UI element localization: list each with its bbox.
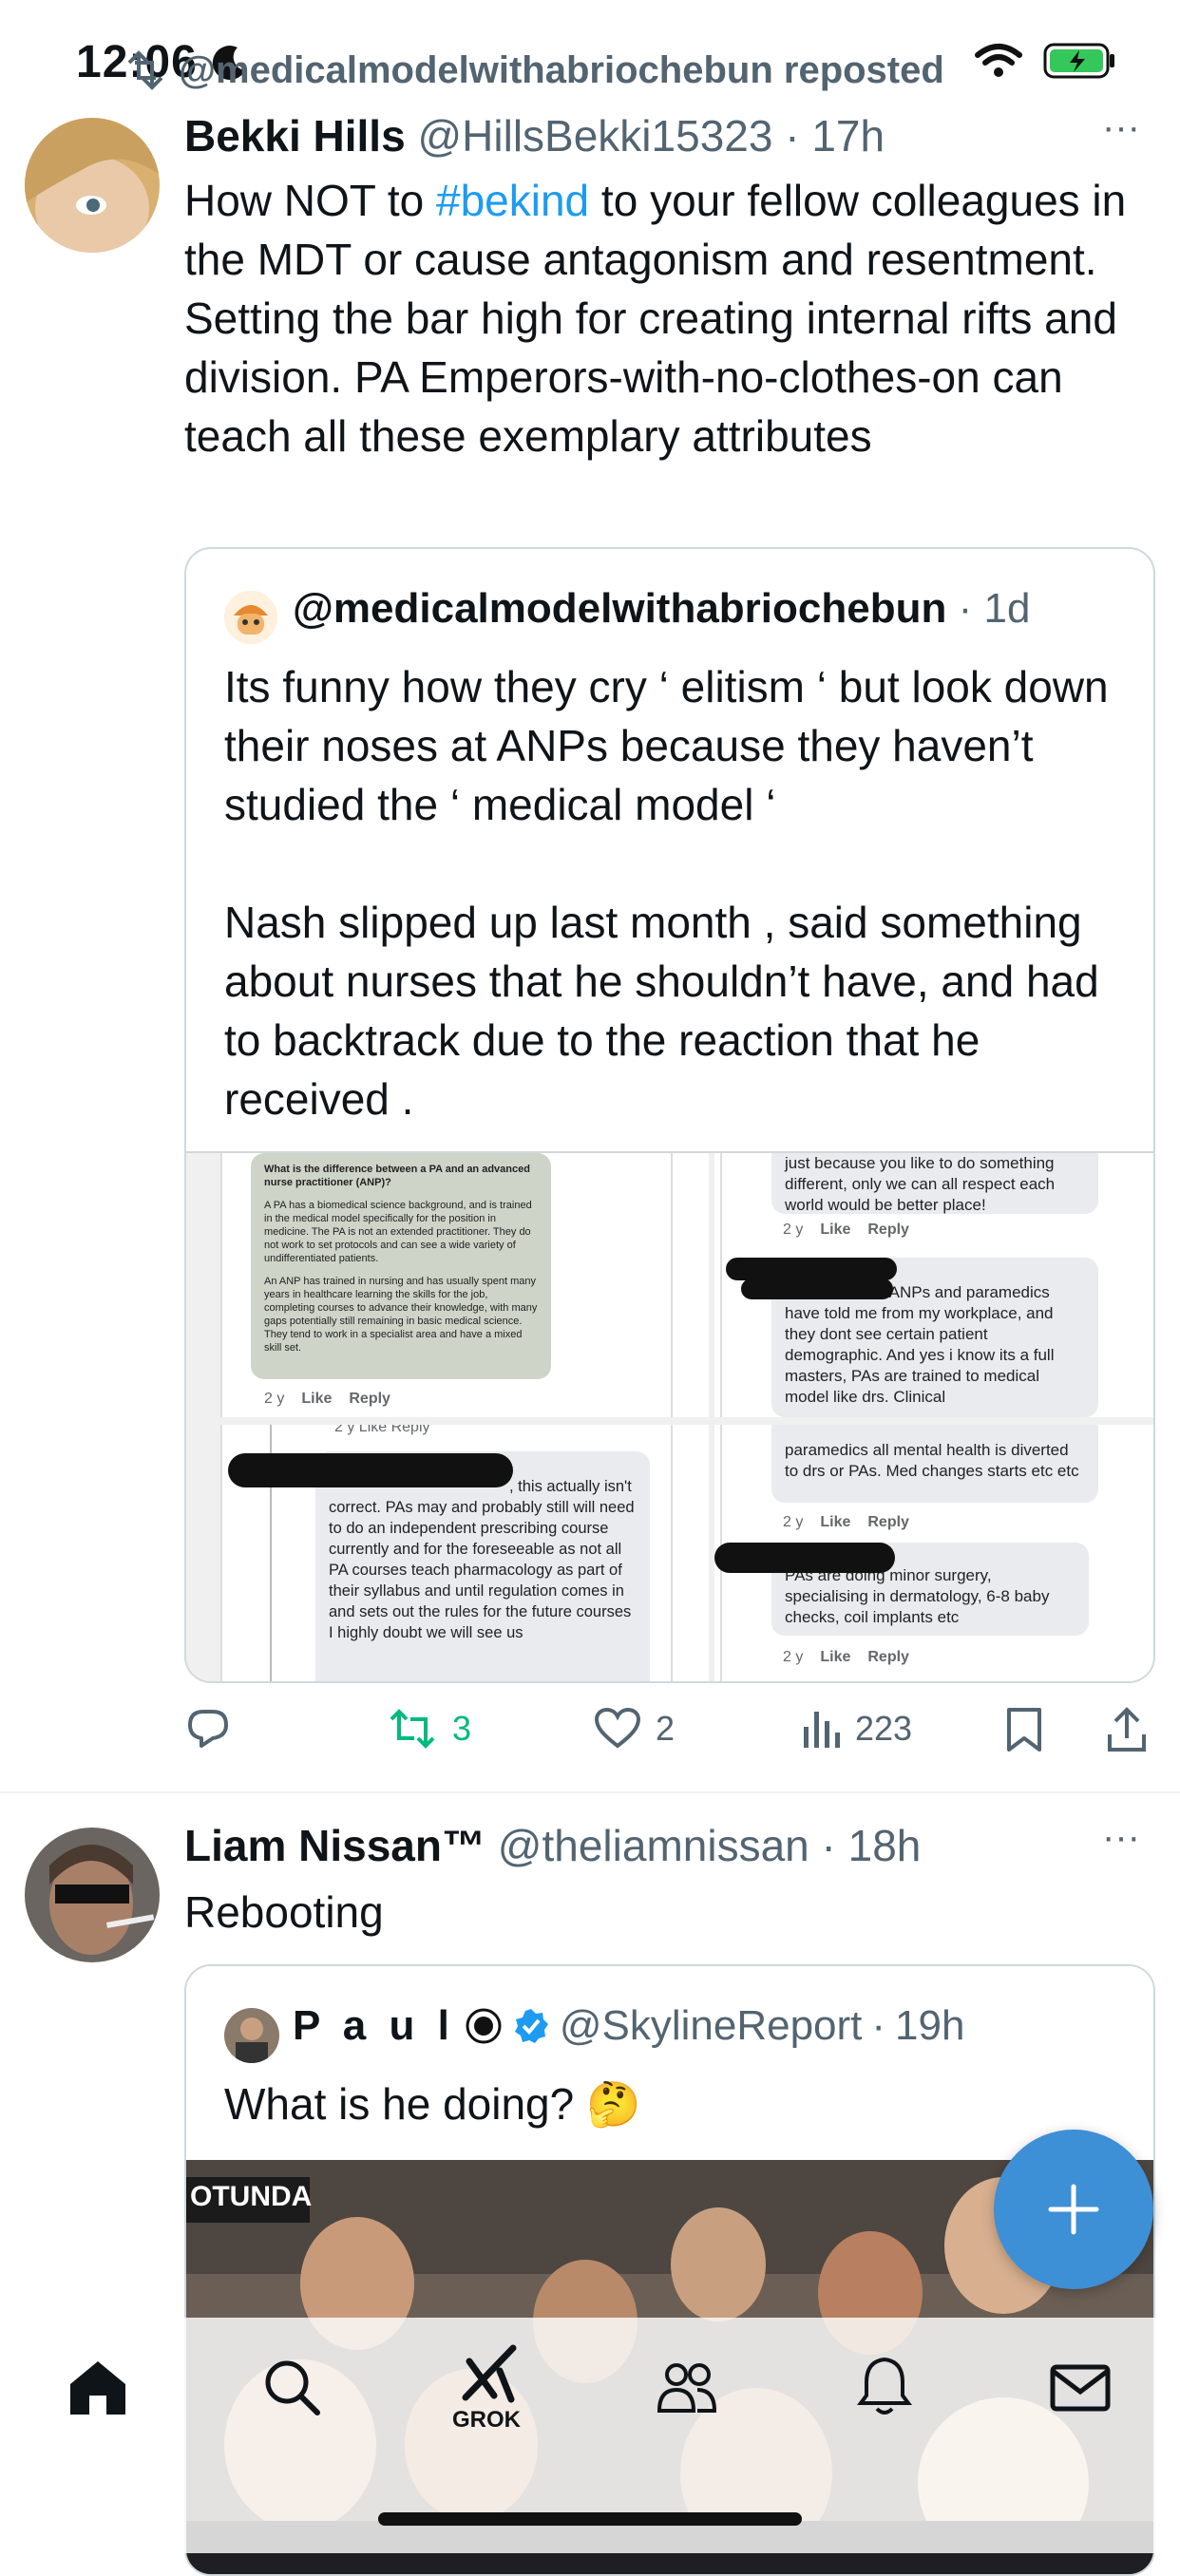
avatar-bekki-hills[interactable]	[25, 118, 160, 253]
quote-handle[interactable]: @medicalmodelwithabriochebun	[293, 585, 946, 632]
record-icon	[466, 2008, 502, 2044]
quote-avatar	[224, 2008, 279, 2063]
quote-handle[interactable]: @SkylineReport	[560, 2002, 863, 2050]
display-name[interactable]: Bekki Hills	[184, 111, 406, 161]
heart-icon	[594, 1707, 641, 1749]
redaction-mark	[714, 1543, 895, 1573]
communities-icon[interactable]	[654, 2354, 720, 2420]
reply-button[interactable]	[184, 1706, 232, 1752]
share-icon[interactable]	[1104, 1706, 1150, 1753]
handle[interactable]: @theliamnissan	[498, 1821, 809, 1870]
tweet-text: Rebooting	[184, 1887, 384, 1937]
handle[interactable]: @HillsBekki15323	[417, 111, 772, 161]
quoted-tweet-card[interactable]: @medicalmodelwithabriochebun · 1d Its fu…	[184, 547, 1155, 1683]
hashtag-link[interactable]: #bekind	[436, 176, 589, 225]
repost-header[interactable]: @medicalmodelwithabriochebun reposted	[179, 49, 944, 92]
home-indicator[interactable]	[378, 2512, 802, 2526]
tweet-text: How NOT to #bekind to your fellow collea…	[184, 176, 1127, 461]
search-icon[interactable]	[258, 2354, 325, 2420]
messages-mail-icon[interactable]	[1047, 2354, 1113, 2420]
repost-count: 3	[452, 1709, 472, 1748]
media-cell-1: What is the difference between a PA and …	[220, 1153, 709, 1417]
quote-timestamp[interactable]: 1d	[983, 585, 1030, 632]
media-cell-3: 2 y Like Reply , this actually isn't cor…	[220, 1425, 709, 1681]
quote-text: What is he doing? 🤔	[224, 2079, 641, 2129]
redaction-mark	[741, 1279, 893, 1299]
grok-icon[interactable]	[456, 2342, 523, 2409]
plus-icon	[1048, 2184, 1099, 2235]
views-chart-icon	[804, 1712, 840, 1748]
timestamp[interactable]: 17h	[811, 111, 885, 161]
compose-button[interactable]	[994, 2130, 1153, 2289]
verified-badge-icon	[514, 2009, 548, 2043]
redaction-mark	[726, 1258, 897, 1280]
more-options-button[interactable]: ···	[1102, 106, 1140, 149]
bookmark-icon[interactable]	[1003, 1706, 1045, 1753]
repost-icon	[127, 50, 163, 90]
more-options-button[interactable]: ···	[1102, 1816, 1140, 1859]
quote-timestamp[interactable]: 19h	[895, 2002, 964, 2050]
media-cell-4: paramedics all mental health is diverted…	[714, 1425, 1153, 1681]
display-name[interactable]: Liam Nissan™	[184, 1821, 485, 1870]
like-button[interactable]: 2	[593, 1706, 675, 1752]
reply-icon	[188, 1710, 228, 1748]
wifi-icon	[975, 44, 1022, 77]
repost-button[interactable]: 3	[386, 1706, 471, 1752]
timestamp[interactable]: 18h	[848, 1821, 922, 1870]
quote-media-grid[interactable]: What is the difference between a PA and …	[186, 1151, 1153, 1681]
grok-label: GROK	[452, 2407, 521, 2433]
avatar-liam-nissan[interactable]	[25, 1828, 160, 1962]
quote-display-name[interactable]: P a u l	[293, 2002, 455, 2050]
notifications-bell-icon[interactable]	[851, 2354, 918, 2420]
tweet-divider	[0, 1791, 1180, 1793]
quote-text: Its funny how they cry ‘ elitism ‘ but l…	[224, 662, 1109, 1124]
views-count: 223	[855, 1709, 913, 1748]
battery-charging-icon	[1043, 43, 1114, 79]
home-icon[interactable]	[65, 2354, 131, 2420]
retweet-icon	[390, 1709, 435, 1749]
like-count: 2	[656, 1709, 676, 1748]
separator-dot: ·	[785, 111, 800, 161]
media-cell-2: just because you like to do something di…	[714, 1153, 1153, 1417]
redaction-mark	[228, 1453, 513, 1487]
views-button[interactable]: 223	[800, 1706, 912, 1752]
quote-avatar	[224, 591, 277, 644]
video-overlay-text: OTUNDA	[190, 2181, 313, 2212]
